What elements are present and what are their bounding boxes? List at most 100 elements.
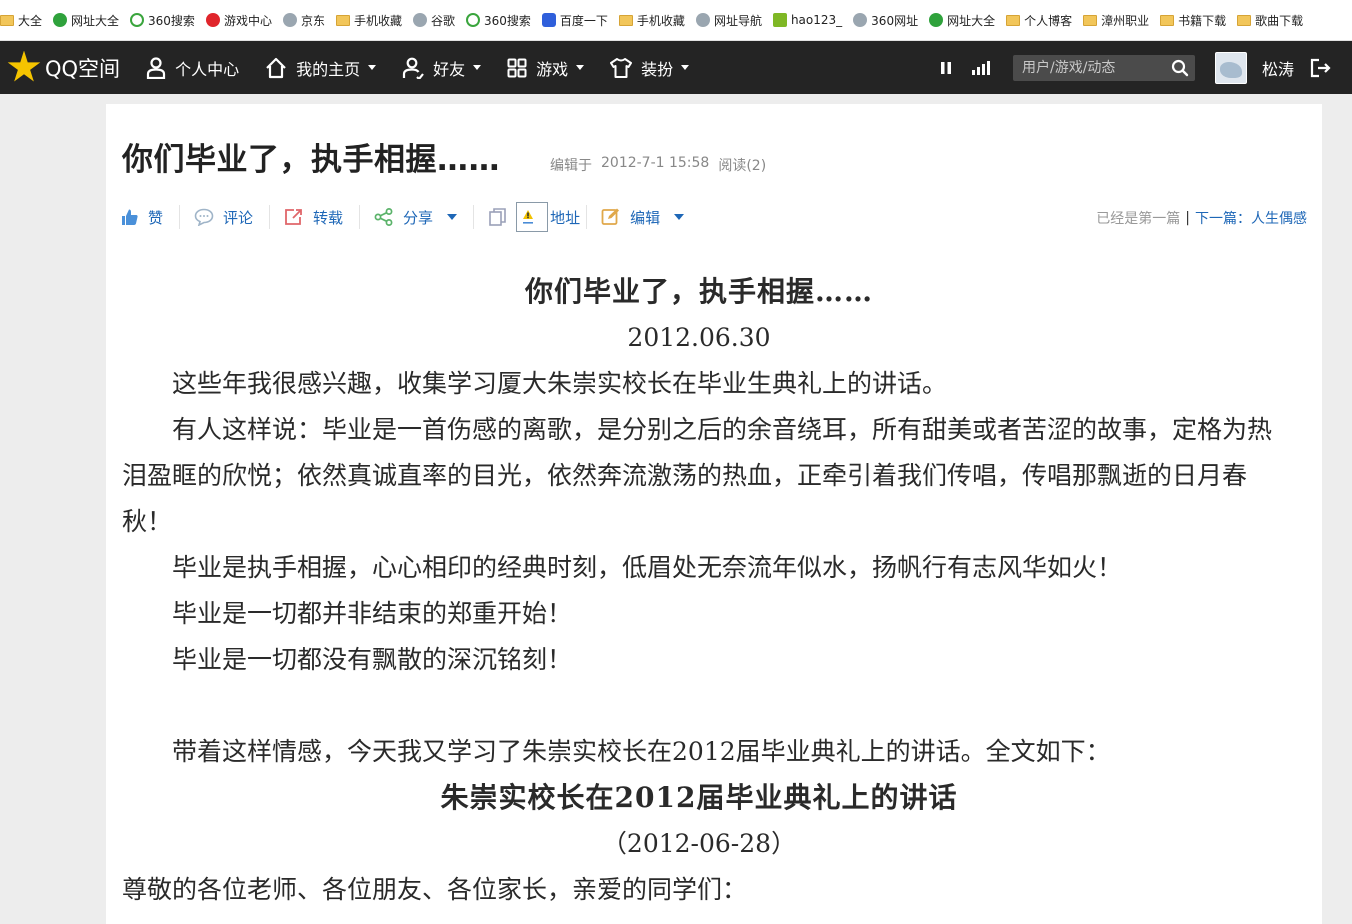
nav-decorate[interactable]: 装扮 <box>610 56 690 80</box>
bookmark-item[interactable]: 谷歌 <box>412 12 455 29</box>
bookmark-item[interactable]: 手机收藏 <box>335 12 402 29</box>
toolbar-divider <box>473 205 475 229</box>
grid-icon <box>507 58 527 77</box>
search-360-icon <box>466 13 480 27</box>
folder-icon <box>1083 14 1098 26</box>
next-post-link[interactable]: 下一篇：人生偶感 <box>1195 208 1307 228</box>
avatar[interactable] <box>1214 51 1247 84</box>
share-button[interactable]: 分享 <box>374 207 467 228</box>
qzone-navbar: QQ空间 个人中心 我的主页 好友 游戏 装扮 松涛 <box>0 41 1352 94</box>
friends-icon <box>402 57 424 79</box>
bookmark-item[interactable]: 360搜索 <box>130 12 195 29</box>
nav-friends[interactable]: 好友 <box>402 56 482 80</box>
body-date: 2012.06.30 <box>627 323 771 352</box>
bookmark-item[interactable]: 大全 <box>0 12 42 29</box>
repost-button[interactable]: 转载 <box>284 207 353 228</box>
post-nav-separator: | <box>1185 210 1190 226</box>
hao123-icon <box>772 13 787 27</box>
toolbar-divider <box>269 205 271 229</box>
bookmark-item[interactable]: 书籍下载 <box>1160 12 1226 29</box>
bookmark-item[interactable]: 网址导航 <box>695 12 762 29</box>
navbar-right: 松涛 <box>939 41 1352 94</box>
copy-address-button[interactable]: 地址 <box>488 202 580 232</box>
repost-icon <box>285 209 302 225</box>
globe-icon <box>282 13 297 27</box>
pause-icon[interactable] <box>939 60 953 76</box>
baidu-paw-icon <box>541 13 556 27</box>
first-post-label: 已经是第一篇 <box>1096 211 1181 227</box>
folder-icon <box>1160 14 1175 26</box>
bookmark-item[interactable]: 手机收藏 <box>618 12 685 29</box>
edited-time: 2012-7-1 15:58 <box>601 155 710 171</box>
bookmarks-bar: 大全 网址大全 360搜索 游戏中心 京东 手机收藏 谷歌 360搜索 百度一下… <box>0 0 1352 41</box>
search-box <box>1012 54 1195 81</box>
username[interactable]: 松涛 <box>1262 56 1294 80</box>
signal-bars-icon[interactable] <box>971 60 991 76</box>
article-body: 你们毕业了，执手相握…… 2012.06.30 这些年我很感兴趣，收集学习厦大朱… <box>122 269 1276 913</box>
folder-icon <box>618 14 633 26</box>
bookmark-item[interactable]: 360网址 <box>853 12 918 29</box>
bookmark-item[interactable]: 360搜索 <box>466 12 531 29</box>
search-icon[interactable] <box>1171 59 1189 77</box>
bookmark-item[interactable]: 网址大全 <box>53 12 119 29</box>
bookmark-item[interactable]: 个人博客 <box>1006 12 1072 29</box>
folder-icon <box>0 14 14 26</box>
bookmark-item[interactable]: 游戏中心 <box>205 12 272 29</box>
bookmark-item[interactable]: 网址大全 <box>929 12 995 29</box>
bookmark-item[interactable]: 百度一下 <box>541 12 608 29</box>
nav-my-homepage[interactable]: 我的主页 <box>265 56 377 80</box>
folder-icon <box>335 14 350 26</box>
globe-icon <box>412 13 427 27</box>
search-input[interactable] <box>1019 58 1164 77</box>
body-paragraph: 毕业是执手相握，心心相印的经典时刻，低眉处无奈流年似水，扬帆行有志风华如火！ <box>172 553 1123 582</box>
chevron-down-icon <box>368 65 377 70</box>
body-blank-line <box>122 683 1276 729</box>
home-icon <box>266 57 286 78</box>
chevron-down-icon[interactable] <box>447 214 458 220</box>
globe-icon <box>695 13 710 27</box>
edited-label: 编辑于 <box>550 158 592 174</box>
thumbs-up-icon <box>122 209 138 225</box>
share-icon <box>374 208 393 226</box>
read-count: 阅读(2) <box>718 158 767 174</box>
speech-salutation: 尊敬的各位老师、各位朋友、各位家长，亲爱的同学们： <box>122 875 748 904</box>
toolbar-divider <box>179 205 181 229</box>
logout-icon[interactable] <box>1310 58 1332 78</box>
toolbar-divider <box>359 205 361 229</box>
qzone-logo-text: QQ空间 <box>45 56 121 81</box>
green-star-icon <box>929 13 944 27</box>
chevron-down-icon <box>681 65 690 70</box>
bookmark-item[interactable]: hao123_ <box>772 13 842 27</box>
body-paragraph: 带着这样情感，今天我又学习了朱崇实校长在2012届毕业典礼上的讲话。全文如下： <box>172 737 1111 766</box>
article-meta: 编辑于 2012-7-1 15:58 阅读(2) <box>550 155 775 175</box>
chevron-down-icon <box>473 65 482 70</box>
body-paragraph: 这些年我很感兴趣，收集学习厦大朱崇实校长在毕业生典礼上的讲话。 <box>172 369 948 398</box>
edit-pencil-icon <box>601 208 620 225</box>
qzone-logo[interactable]: QQ空间 <box>7 50 121 85</box>
comment-icon <box>194 208 214 226</box>
edit-button[interactable]: 编辑 <box>601 207 694 228</box>
speech-date: （2012-06-28） <box>601 829 797 858</box>
post-navigation: 已经是第一篇 | 下一篇：人生偶感 <box>1096 208 1307 228</box>
toolbar-divider <box>586 205 588 229</box>
article-title: 你们毕业了，执手相握…… <box>122 142 500 178</box>
comment-button[interactable]: 评论 <box>194 207 263 228</box>
person-icon <box>146 56 166 79</box>
bookmark-item[interactable]: 漳州职业 <box>1083 12 1149 29</box>
nav-games[interactable]: 游戏 <box>507 56 585 80</box>
nav-personal-center[interactable]: 个人中心 <box>146 56 239 80</box>
warning-flag-icon <box>516 202 549 232</box>
bookmark-item[interactable]: 歌曲下载 <box>1237 12 1303 29</box>
like-button[interactable]: 赞 <box>121 207 173 228</box>
shirt-icon <box>610 57 633 78</box>
bookmark-item[interactable]: 京东 <box>282 12 325 29</box>
article-toolbar: 赞 评论 转载 分享 地址 编辑 <box>121 202 694 232</box>
body-paragraph: 毕业是一切都没有飘散的深沉铭刻！ <box>172 645 573 674</box>
folder-icon <box>1006 14 1021 26</box>
globe-icon <box>853 13 868 27</box>
body-heading: 你们毕业了，执手相握…… <box>524 275 873 308</box>
qzone-star-icon <box>7 50 41 82</box>
body-paragraph: 有人这样说：毕业是一首伤感的离歌，是分别之后的余音绕耳，所有甜美或者苦涩的故事，… <box>122 415 1273 536</box>
article-panel: 你们毕业了，执手相握…… 编辑于 2012-7-1 15:58 阅读(2) 赞 … <box>106 104 1322 924</box>
chevron-down-icon[interactable] <box>674 214 685 220</box>
